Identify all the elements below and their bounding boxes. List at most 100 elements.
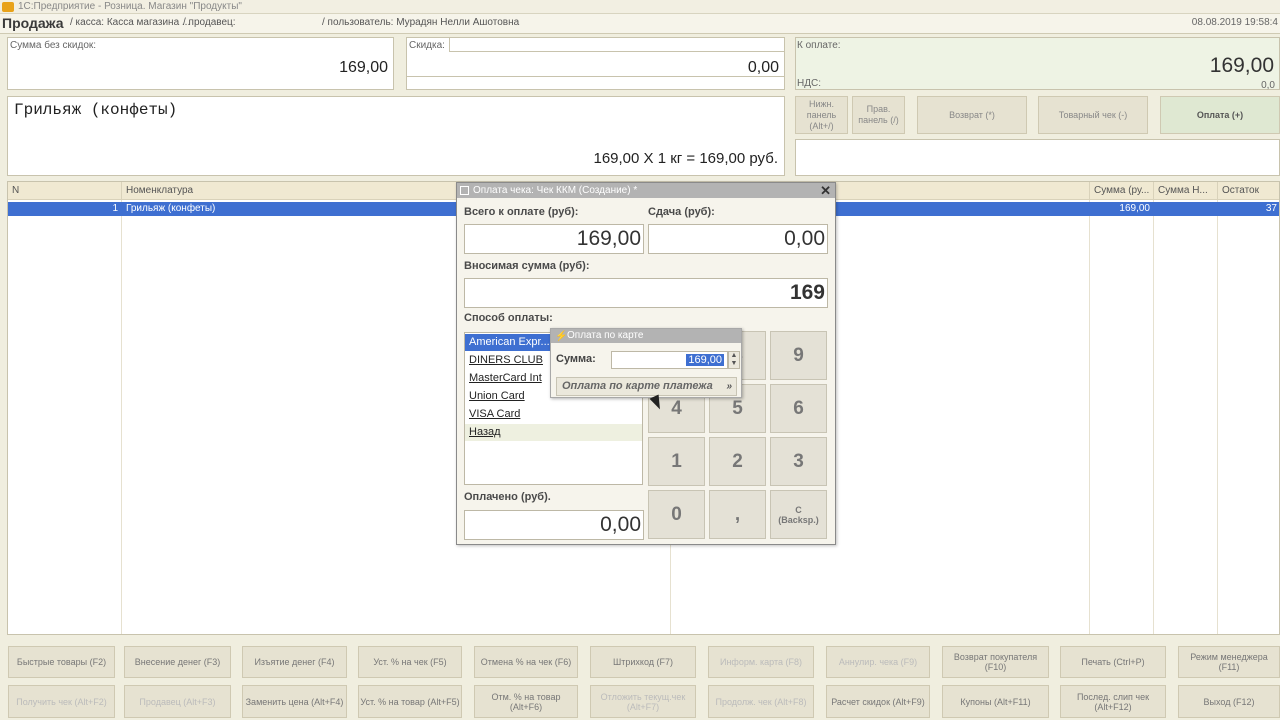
total-field: 169,00 xyxy=(464,224,644,254)
payment-button[interactable]: Оплата (+) xyxy=(1160,96,1280,134)
change-field: 0,00 xyxy=(648,224,828,254)
calc-discounts-button[interactable]: Расчет скидок (Alt+F9) xyxy=(826,685,930,718)
payment-method-item[interactable]: VISA Card xyxy=(465,406,642,423)
lightning-icon: ⚡ xyxy=(555,331,568,342)
total-label: Всего к оплате (руб): xyxy=(464,206,579,218)
payment-dialog-title: Оплата чека: Чек ККМ (Создание) * xyxy=(473,185,638,196)
paid-total-field: 0,00 xyxy=(464,510,644,540)
payment-method-label: Способ оплаты: xyxy=(464,312,553,324)
column-divider xyxy=(121,200,122,634)
cell-n: 1 xyxy=(112,203,118,214)
cash-withdrawal-button[interactable]: Изъятие денег (F4) xyxy=(242,646,347,678)
coupons-button[interactable]: Купоны (Alt+F11) xyxy=(942,685,1049,718)
keypad-0-button[interactable]: 0 xyxy=(648,490,705,539)
card-popup-title: Оплата по карте xyxy=(567,330,644,341)
column-divider xyxy=(1153,200,1154,634)
info-card-button[interactable]: Информ. карта (F8) xyxy=(708,646,814,678)
card-sum-input[interactable]: 169,00 xyxy=(611,351,728,369)
vat-label: НДС: xyxy=(797,78,821,89)
get-check-button[interactable]: Получить чек (Alt+F2) xyxy=(8,685,115,718)
discount-label: Скидка: xyxy=(409,40,445,51)
cell-sum-n xyxy=(1154,202,1218,216)
close-icon[interactable]: ✕ xyxy=(820,183,831,198)
column-header-n[interactable]: N xyxy=(8,182,122,200)
discount-value: 0,00 xyxy=(747,59,779,76)
to-pay-value: 169,00 xyxy=(1209,54,1274,77)
replace-price-button[interactable]: Заменить цена (Alt+F4) xyxy=(242,685,347,718)
expand-arrow-icon: » xyxy=(726,381,732,392)
paid-amount-input[interactable]: 169 xyxy=(464,278,828,308)
exit-button[interactable]: Выход (F12) xyxy=(1178,685,1280,718)
current-item-panel: Грильяж (конфеты) 169,00 X 1 кг = 169,00… xyxy=(7,96,785,176)
continue-check-button[interactable]: Продолж. чек (Alt+F8) xyxy=(708,685,814,718)
keypad-3-button[interactable]: 3 xyxy=(770,437,827,486)
column-header-sum[interactable]: Сумма (ру... xyxy=(1090,182,1154,200)
window-menu-icon[interactable] xyxy=(460,186,469,195)
barcode-button[interactable]: Штрихкод (F7) xyxy=(590,646,696,678)
header-datetime: 08.08.2019 19:58:4 xyxy=(1191,17,1278,28)
sum-value: 169,00 xyxy=(339,59,388,76)
payment-dialog-title-bar[interactable]: Оплата чека: Чек ККМ (Создание) * xyxy=(457,183,835,198)
set-check-discount-button[interactable]: Уст. % на чек (F5) xyxy=(358,646,462,678)
right-info-panel xyxy=(795,139,1280,176)
cell-name: Грильяж (конфеты) xyxy=(126,203,216,214)
column-header-rest[interactable]: Остаток xyxy=(1218,182,1279,200)
app-icon xyxy=(2,2,14,12)
to-pay-label: К оплате: xyxy=(797,40,841,51)
print-button[interactable]: Печать (Ctrl+P) xyxy=(1060,646,1166,678)
card-payment-popup: Оплата по карте ⚡ Сумма: 169,00 ▲ ▼ Оплат… xyxy=(550,328,742,398)
keypad-9-button[interactable]: 9 xyxy=(770,331,827,380)
cell-rest: 37 xyxy=(1265,203,1277,214)
bottom-panel-toggle-button[interactable]: Нижн. панель (Alt+/) xyxy=(795,96,848,134)
keypad-1-button[interactable]: 1 xyxy=(648,437,705,486)
cancel-check-button[interactable]: Аннулир. чека (F9) xyxy=(826,646,930,678)
vat-value: 0,0 xyxy=(1261,80,1275,91)
keypad-6-button[interactable]: 6 xyxy=(770,384,827,433)
header-user: / пользователь: Мурадян Нелли Ашотовна xyxy=(322,17,520,28)
keypad-comma-button[interactable]: , xyxy=(709,490,766,539)
to-pay-panel: К оплате: 169,00 НДС: 0,0 xyxy=(795,37,1280,91)
manager-mode-button[interactable]: Режим менеджера (F11) xyxy=(1178,646,1280,678)
sum-label: Сумма без скидок: xyxy=(10,40,97,51)
paid-amount-label: Вносимая сумма (руб): xyxy=(464,260,590,272)
column-divider xyxy=(1217,200,1218,634)
header-register: / касса: Касса магазина ... xyxy=(70,17,191,28)
postpone-check-button[interactable]: Отложить текущ.чек (Alt+F7) xyxy=(590,685,696,718)
sum-without-discount-panel: Сумма без скидок: 169,00 xyxy=(7,37,394,90)
return-button[interactable]: Возврат (*) xyxy=(917,96,1027,134)
change-label: Сдача (руб): xyxy=(648,206,715,218)
quick-goods-button[interactable]: Быстрые товары (F2) xyxy=(8,646,115,678)
cash-deposit-button[interactable]: Внесение денег (F3) xyxy=(124,646,231,678)
seller-button[interactable]: Продавец (Alt+F3) xyxy=(124,685,231,718)
cell-sum: 169,00 xyxy=(1119,203,1150,214)
current-item-calc: 169,00 X 1 кг = 169,00 руб. xyxy=(593,150,778,167)
card-sum-value: 169,00 xyxy=(686,354,724,366)
current-item-name: Грильяж (конфеты) xyxy=(14,101,178,119)
keypad-2-button[interactable]: 2 xyxy=(709,437,766,486)
discount-name-field xyxy=(449,38,784,52)
page-title: Продажа xyxy=(2,15,64,31)
cancel-check-discount-button[interactable]: Отмена % на чек (F6) xyxy=(474,646,578,678)
card-payment-button[interactable]: Оплата по карте платежа » xyxy=(556,377,737,396)
discount-panel: Скидка: 0,00 xyxy=(406,37,785,90)
paid-total-label: Оплачено (руб). xyxy=(464,491,551,503)
card-popup-title-bar[interactable]: Оплата по карте xyxy=(551,329,741,343)
header-bar: Продажа / касса: Касса магазина ... / пр… xyxy=(0,14,1280,34)
payment-method-item[interactable]: Назад xyxy=(465,424,642,441)
keypad-backspace-button[interactable]: C (Backsp.) xyxy=(770,490,827,539)
column-divider xyxy=(1089,200,1090,634)
cancel-item-discount-button[interactable]: Отм. % на товар (Alt+F6) xyxy=(474,685,578,718)
customer-return-button[interactable]: Возврат покупателя (F10) xyxy=(942,646,1049,678)
card-sum-label: Сумма: xyxy=(556,353,596,365)
set-item-discount-button[interactable]: Уст. % на товар (Alt+F5) xyxy=(358,685,462,718)
card-payment-button-label: Оплата по карте платежа xyxy=(562,380,713,392)
column-header-sum-n[interactable]: Сумма Н... xyxy=(1154,182,1218,200)
right-panel-toggle-button[interactable]: Прав. панель (/) xyxy=(852,96,905,134)
window-title: 1С:Предприятие - Розница. Магазин "Проду… xyxy=(18,1,242,12)
last-slip-button[interactable]: Послед. слип чек (Alt+F12) xyxy=(1060,685,1166,718)
discount-divider xyxy=(407,76,784,77)
window-title-bar: 1С:Предприятие - Розница. Магазин "Проду… xyxy=(0,0,1280,14)
sales-receipt-button[interactable]: Товарный чек (-) xyxy=(1038,96,1148,134)
spin-arrows-icon[interactable]: ▲ ▼ xyxy=(728,351,740,369)
header-seller: / продавец: xyxy=(183,17,236,28)
